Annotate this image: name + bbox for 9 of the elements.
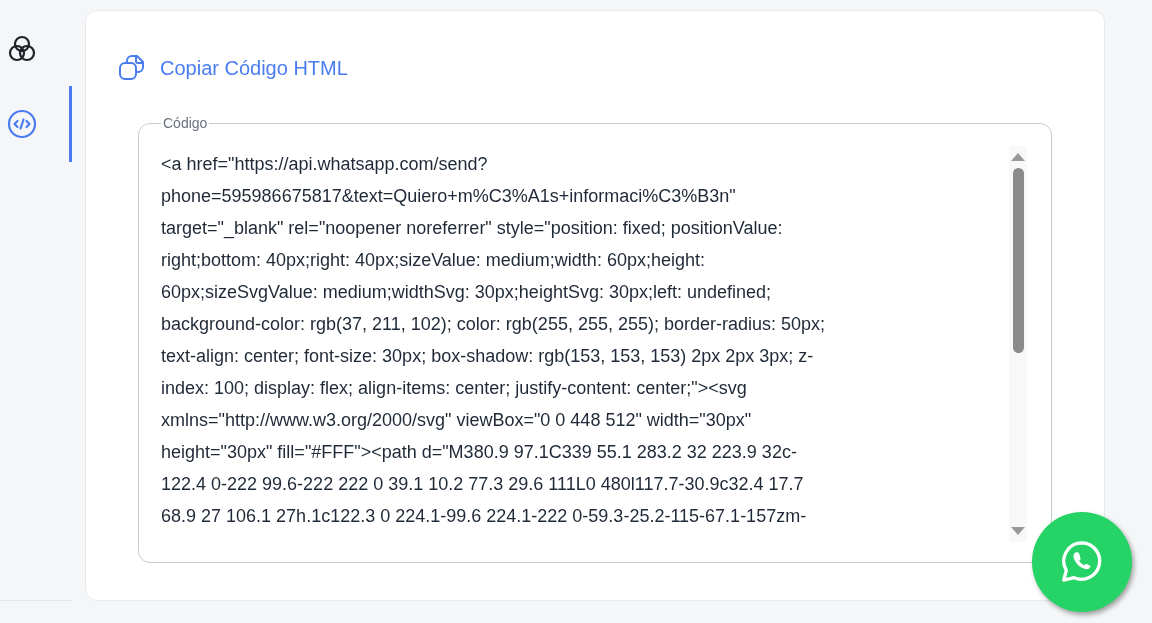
field-label: Código [162,114,209,133]
scroll-up-icon[interactable] [1011,152,1025,162]
scrollbar[interactable] [1009,146,1027,542]
copy-icon [118,54,146,82]
scroll-down-icon[interactable] [1011,526,1025,536]
code-field[interactable]: <a href="https://api.whatsapp.com/send? phone=595986675817&text=Quiero+m%C3%A1s+informaci%C3%B3n" target="_blank" rel="noopener noreferrer" style="position: fixed; positionValue: right;bottom: 40px;right: 40px;sizeValue: medium;width: 60px;height: 60px;sizeSvgValue: medium;widthSvg: 30px;heightSvg: 30px;left: undefined; background-color: rgb(37, 211, 102); color: rgb(255, 255, 255); border-radius: 50px; text-align: center; font-size: 30px; box-shadow: rgb(153, 153, 153) 2px 2px 3px; z- index: 100; display: flex; align-items: center; justify-content: center;"><svg xmlns="http://www.w3.org/2000/svg" viewBox="0 0 448 512" width="30px" height="30px" fill="#FFF"><path d="M380.9 97.1C339 55.1 283.2 32 223.9 32c- 122.4 0-222 99.6-222 222 0 39.1 10.2 77.3 29.6 111L0 480l117.7-30.9c32.4 17.7 68.9 27 106.1 27h.1c122.3 0 224.1-99.6 224.1-222 0-59.3-25.2-115-67.1-157zm- [161,148,1029,560]
copy-html-button[interactable]: Copiar Código HTML [118,53,348,83]
code-icon [6,108,38,140]
scroll-thumb[interactable] [1012,168,1024,353]
